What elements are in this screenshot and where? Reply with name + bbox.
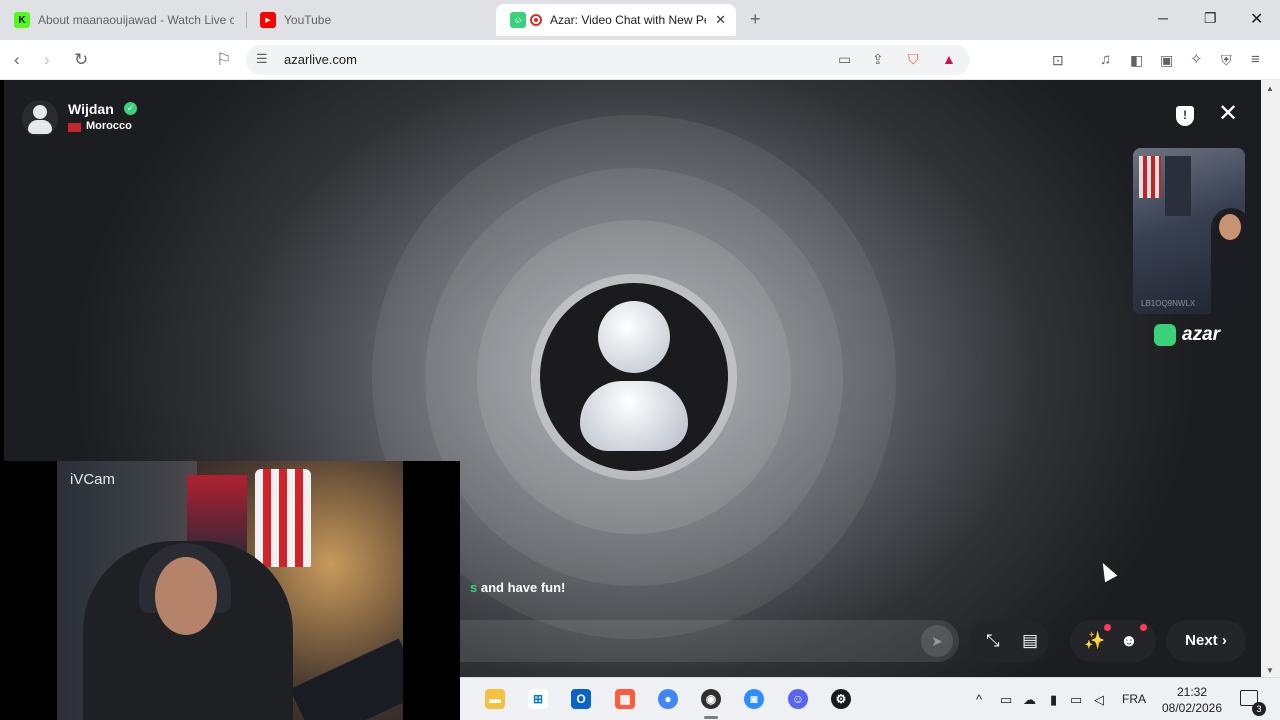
kick-icon: K bbox=[14, 12, 30, 28]
volume-icon[interactable]: ◁ bbox=[1094, 692, 1104, 708]
next-button[interactable]: Next › bbox=[1166, 620, 1246, 662]
tab-azar[interactable]: ☺ Azar: Video Chat with New Pe ✕ bbox=[496, 4, 736, 36]
leo-ai-icon[interactable]: ✧ bbox=[1190, 50, 1203, 70]
clock[interactable]: 21:32 08/02/2026 bbox=[1157, 684, 1227, 716]
restore-icon[interactable]: ❐ bbox=[1204, 10, 1217, 27]
windows-taskbar: ▬ ⊞ O ▦ ● ◉ ◙ ☺ ⚙ ^ ▭ ☁ ▮ ▭ ◁ FRA 21:32 … bbox=[460, 677, 1280, 720]
url-text: azarlive.com bbox=[284, 52, 357, 67]
azar-logo-icon bbox=[1154, 324, 1176, 346]
zoom-icon[interactable]: ◙ bbox=[744, 689, 764, 709]
media-icon[interactable]: ♫ bbox=[1100, 50, 1111, 70]
screen: K About maanaouijawad - Watch Live c ▶ Y… bbox=[0, 0, 1280, 720]
network-icon[interactable]: ▭ bbox=[1070, 692, 1082, 708]
vpn-icon[interactable]: ⛨ bbox=[1221, 50, 1232, 70]
self-video-preview: LB1OQ9NWLX bbox=[1133, 148, 1245, 314]
cast-icon[interactable]: ▭ bbox=[838, 51, 851, 68]
calendar-app-icon[interactable]: ▦ bbox=[615, 689, 635, 709]
scroll-up-icon[interactable]: ▲ bbox=[1266, 84, 1274, 93]
steam-icon[interactable]: ⚙ bbox=[831, 689, 851, 709]
report-shield-icon[interactable]: ! bbox=[1176, 106, 1194, 126]
obs-icon[interactable]: ◉ bbox=[701, 689, 721, 709]
scroll-down-icon[interactable]: ▼ bbox=[1266, 666, 1274, 675]
tab-azar-title: Azar: Video Chat with New Pe bbox=[550, 13, 706, 27]
wallet-icon[interactable]: ▣ bbox=[1160, 50, 1173, 70]
address-bar[interactable]: ☰ azarlive.com ▭ ⇪ ⛉ ▲ bbox=[246, 45, 970, 75]
menu-icon[interactable]: ≡ bbox=[1251, 50, 1260, 70]
minimize-view-icon[interactable]: ⤡ bbox=[986, 631, 1000, 651]
store-icon[interactable]: ⊞ bbox=[528, 689, 548, 709]
file-explorer-icon[interactable]: ▬ bbox=[485, 689, 505, 709]
close-chat-icon[interactable]: ✕ bbox=[1218, 102, 1238, 126]
brave-shield-icon[interactable]: ⛉ bbox=[908, 51, 919, 68]
brave-rewards-icon[interactable]: ▲ bbox=[942, 51, 956, 67]
magic-effects-icon[interactable]: ✨ bbox=[1084, 631, 1105, 651]
microphone-icon[interactable]: ▮ bbox=[1050, 692, 1057, 708]
new-tab-button[interactable]: + bbox=[750, 9, 761, 30]
tagline: s and have fun! bbox=[470, 580, 566, 595]
partner-name: Wijdan bbox=[68, 101, 114, 117]
azar-brand: azar bbox=[1154, 324, 1220, 346]
filter-alert-dot bbox=[1140, 624, 1147, 631]
verified-badge-icon: ✓ bbox=[124, 102, 137, 115]
reader-mode-icon[interactable]: ⊡ bbox=[1052, 50, 1064, 70]
browser-toolbar: ‹ › ↻ ⚐ ☰ azarlive.com ▭ ⇪ ⛉ ▲ ⊡ ♫ ◧ ▣ ✧… bbox=[0, 40, 1280, 80]
partner-avatar bbox=[22, 100, 58, 136]
effect-controls: ✨ ☻ bbox=[1070, 620, 1156, 662]
onedrive-icon[interactable]: ☁ bbox=[1023, 692, 1036, 708]
bookmark-icon[interactable]: ⚐ bbox=[216, 50, 231, 70]
tab-kick[interactable]: K About maanaouijawad - Watch Live c bbox=[0, 6, 244, 34]
webcam-feed bbox=[57, 461, 403, 720]
notification-count: 3 bbox=[1252, 702, 1266, 716]
show-hidden-icons-icon[interactable]: ^ bbox=[976, 692, 982, 707]
meet-now-icon[interactable]: ▭ bbox=[1000, 692, 1012, 708]
close-tab-icon[interactable]: ✕ bbox=[715, 12, 726, 28]
effects-alert-dot bbox=[1104, 624, 1111, 631]
forward-icon[interactable]: › bbox=[44, 50, 50, 70]
morocco-flag-icon bbox=[68, 123, 81, 132]
tab-youtube[interactable]: ▶ YouTube bbox=[246, 6, 492, 34]
discord-icon[interactable]: ☺ bbox=[788, 689, 808, 709]
back-icon[interactable]: ‹ bbox=[14, 50, 20, 70]
share-icon[interactable]: ⇪ bbox=[872, 51, 884, 68]
window-close-icon[interactable]: ✕ bbox=[1250, 9, 1263, 29]
azar-wordmark: azar bbox=[1182, 324, 1221, 345]
face-filter-icon[interactable]: ☻ bbox=[1120, 631, 1138, 651]
recording-icon bbox=[530, 14, 542, 26]
youtube-icon: ▶ bbox=[260, 12, 276, 28]
browser-tabstrip: K About maanaouijawad - Watch Live c ▶ Y… bbox=[0, 0, 1280, 40]
mouse-cursor bbox=[1096, 559, 1118, 583]
site-info-icon[interactable]: ☰ bbox=[256, 51, 268, 67]
chat-input[interactable]: ➤ bbox=[460, 620, 959, 662]
tab-kick-title: About maanaouijawad - Watch Live c bbox=[38, 13, 234, 27]
minimize-icon[interactable]: ─ bbox=[1158, 10, 1168, 26]
sidebar-icon[interactable]: ◧ bbox=[1130, 50, 1143, 70]
reload-icon[interactable]: ↻ bbox=[74, 50, 88, 70]
outlook-icon[interactable]: O bbox=[571, 689, 591, 709]
clock-date: 08/02/2026 bbox=[1161, 701, 1223, 715]
partner-country: Morocco bbox=[86, 120, 132, 132]
language-indicator[interactable]: FRA bbox=[1122, 692, 1146, 706]
webcam-overlay: iVCam bbox=[0, 461, 460, 720]
chrome-icon[interactable]: ● bbox=[658, 689, 678, 709]
clock-time: 21:32 bbox=[1176, 685, 1208, 699]
view-controls: ⤡ ▤ bbox=[970, 620, 1048, 662]
send-icon[interactable]: ➤ bbox=[921, 625, 953, 657]
tab-youtube-title: YouTube bbox=[284, 13, 332, 27]
ivcam-label: iVCam bbox=[70, 471, 116, 488]
self-watermark: LB1OQ9NWLX bbox=[1141, 299, 1196, 308]
layout-toggle-icon[interactable]: ▤ bbox=[1022, 631, 1038, 651]
partner-avatar-placeholder bbox=[540, 283, 728, 471]
azar-icon: ☺ bbox=[510, 12, 526, 28]
page-scrollbar[interactable]: ▲ ▼ bbox=[1261, 80, 1280, 677]
